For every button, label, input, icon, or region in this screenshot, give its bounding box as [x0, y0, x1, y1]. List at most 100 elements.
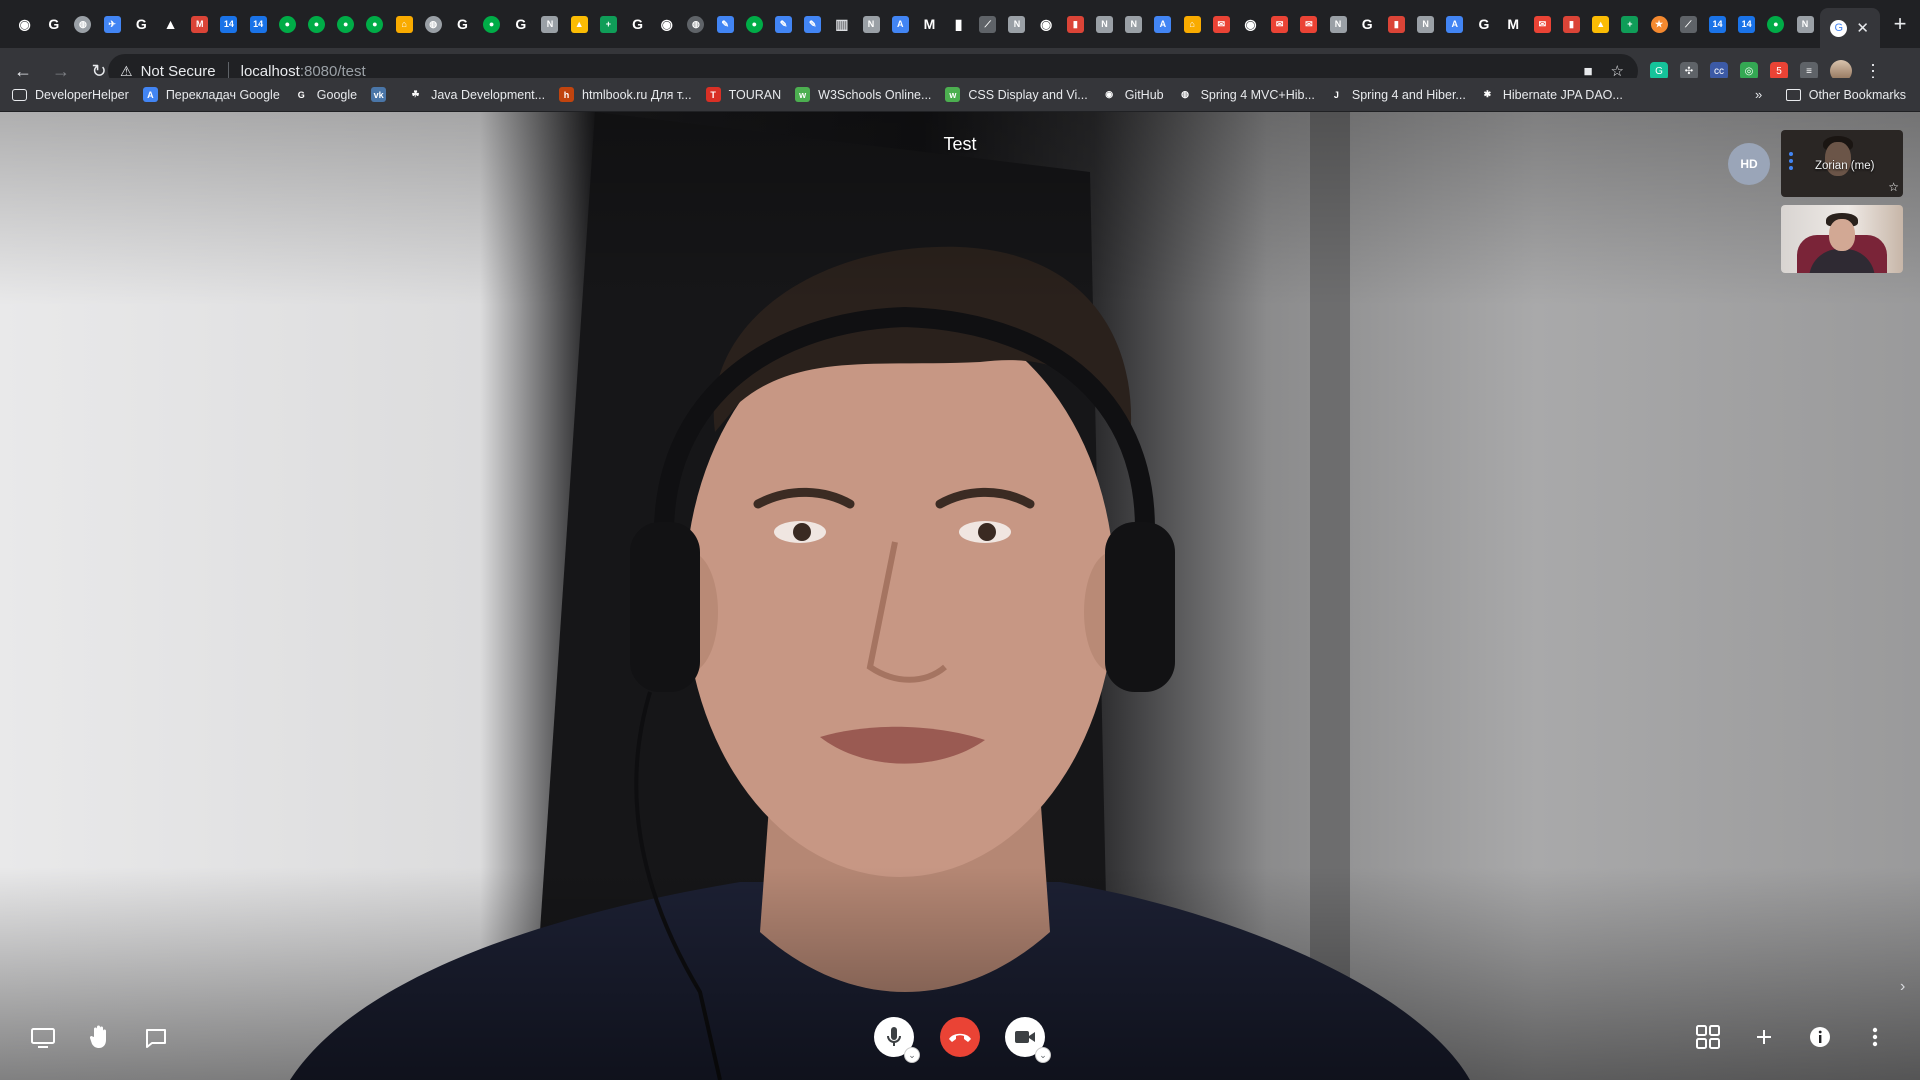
tab-chat-icon[interactable]: ●: [363, 12, 387, 36]
bookmark-item[interactable]: G Google: [293, 87, 357, 102]
tab-trash-icon[interactable]: ▥: [830, 12, 854, 36]
tab-mail-icon[interactable]: ✉: [1297, 12, 1321, 36]
tab-notion-icon[interactable]: N: [1414, 12, 1438, 36]
tab-feather-icon[interactable]: ⟋: [1676, 12, 1700, 36]
add-people-button[interactable]: [1744, 1017, 1784, 1057]
tab-translate-icon[interactable]: A: [888, 12, 912, 36]
camera-options-chevron-icon[interactable]: ⌄: [1035, 1047, 1051, 1063]
tab-chat-icon[interactable]: ●: [275, 12, 299, 36]
tab-calendar-icon[interactable]: 14: [217, 12, 241, 36]
mic-toggle-button[interactable]: ⌄: [874, 1017, 920, 1063]
tab-drive-icon[interactable]: ▲: [1589, 12, 1613, 36]
bookmark-item[interactable]: ✱ Hibernate JPA DAO...: [1479, 87, 1623, 102]
tab-google-icon[interactable]: G: [42, 12, 66, 36]
tab-google-icon[interactable]: G: [626, 12, 650, 36]
tab-calendar-icon[interactable]: 14: [1705, 12, 1729, 36]
tab-chat-icon[interactable]: ●: [1764, 12, 1788, 36]
bookmark-item[interactable]: vk: [371, 87, 394, 102]
layout-button[interactable]: [1688, 1017, 1728, 1057]
tab-mail-icon[interactable]: ✉: [1209, 12, 1233, 36]
tab-chat-icon[interactable]: ●: [480, 12, 504, 36]
tab-bridge-icon[interactable]: ⌂: [392, 12, 416, 36]
tab-notion-icon[interactable]: N: [1005, 12, 1029, 36]
mic-options-chevron-icon[interactable]: ⌄: [904, 1047, 920, 1063]
tab-globe-icon[interactable]: ◍: [71, 12, 95, 36]
raise-hand-button[interactable]: [80, 1017, 120, 1057]
more-options-button[interactable]: [1855, 1017, 1895, 1057]
tab-translate-icon[interactable]: A: [1151, 12, 1175, 36]
tab-github-icon[interactable]: ◉: [1034, 12, 1058, 36]
tab-app-icon[interactable]: ▮: [1384, 12, 1408, 36]
tab-medium-icon[interactable]: M: [1501, 12, 1525, 36]
meeting-info-button[interactable]: [1800, 1017, 1840, 1057]
close-icon[interactable]: ✕: [1856, 19, 1869, 37]
tab-github-icon[interactable]: ◉: [655, 12, 679, 36]
other-bookmarks[interactable]: Other Bookmarks: [1785, 88, 1906, 102]
bookmarks-overflow-button[interactable]: »: [1755, 87, 1762, 102]
bookmark-item[interactable]: w W3Schools Online...: [795, 87, 931, 102]
tab-flask-icon[interactable]: ▲: [159, 12, 183, 36]
tab-notion-icon[interactable]: N: [1093, 12, 1117, 36]
hang-up-button[interactable]: [940, 1017, 980, 1057]
tab-github-icon[interactable]: ◉: [1238, 12, 1262, 36]
tab-edit-icon[interactable]: ✎: [801, 12, 825, 36]
tab-drive-icon[interactable]: ▲: [567, 12, 591, 36]
bookmark-item[interactable]: ◉ GitHub: [1101, 87, 1164, 102]
tab-app-icon[interactable]: ▮: [1063, 12, 1087, 36]
bookmark-item[interactable]: DeveloperHelper: [12, 88, 129, 102]
bookmark-item[interactable]: A Перекладач Google: [142, 87, 280, 102]
tab-app-icon[interactable]: M: [188, 12, 212, 36]
tab-google-icon[interactable]: G: [129, 12, 153, 36]
tab-google-icon[interactable]: G: [1472, 12, 1496, 36]
tab-google-icon[interactable]: G: [450, 12, 474, 36]
tab-notion-icon[interactable]: N: [859, 12, 883, 36]
tab-feather-icon[interactable]: ⟋: [976, 12, 1000, 36]
tab-medium-icon[interactable]: M: [917, 12, 941, 36]
tab-chat-icon[interactable]: ●: [334, 12, 358, 36]
participant-video-tile[interactable]: [1781, 205, 1903, 273]
bookmark-item[interactable]: h htmlbook.ru Для т...: [559, 87, 692, 102]
bookmark-item[interactable]: w CSS Display and Vi...: [945, 87, 1088, 102]
tab-edit-icon[interactable]: ✎: [771, 12, 795, 36]
bookmark-item[interactable]: J Spring 4 and Hiber...: [1328, 87, 1466, 102]
bookmark-item[interactable]: ☘ Java Development...: [408, 87, 545, 102]
tab-app-icon[interactable]: ▮: [1560, 12, 1584, 36]
tab-github-icon[interactable]: ◉: [13, 12, 37, 36]
tab-mail-icon[interactable]: ✉: [1268, 12, 1292, 36]
tab-notion-icon[interactable]: N: [1793, 12, 1817, 36]
active-tab[interactable]: G ✕: [1819, 8, 1880, 48]
tab-chat-icon[interactable]: ●: [742, 12, 766, 36]
tab-calendar-icon[interactable]: 14: [246, 12, 270, 36]
pin-icon[interactable]: ☆: [1888, 180, 1899, 194]
security-label[interactable]: Not Secure: [141, 63, 216, 80]
tab-bridge-icon[interactable]: ⌂: [1180, 12, 1204, 36]
tab-star-badge-icon[interactable]: ★: [1647, 12, 1671, 36]
tab-bird-icon[interactable]: ✈: [100, 12, 124, 36]
self-video-tile[interactable]: Zorian (me) ☆: [1781, 130, 1903, 197]
tab-google-icon[interactable]: G: [509, 12, 533, 36]
camera-toggle-button[interactable]: ⌄: [1005, 1017, 1051, 1063]
chat-button[interactable]: [136, 1018, 176, 1058]
next-page-arrow[interactable]: ›: [1900, 978, 1905, 996]
tab-globe-icon[interactable]: ◍: [421, 12, 445, 36]
tab-notion-icon[interactable]: N: [1122, 12, 1146, 36]
camera-in-use-icon[interactable]: ■: [1583, 63, 1592, 80]
tab-google-icon[interactable]: G: [1355, 12, 1379, 36]
tab-translate-icon[interactable]: A: [1443, 12, 1467, 36]
touran-icon: T: [705, 87, 721, 102]
warning-icon[interactable]: ⚠: [120, 63, 133, 80]
tab-mail-icon[interactable]: ✉: [1530, 12, 1554, 36]
new-tab-button[interactable]: +: [1894, 11, 1907, 37]
tab-calendar-icon[interactable]: 14: [1735, 12, 1759, 36]
bookmark-item[interactable]: ◍ Spring 4 MVC+Hib...: [1177, 87, 1315, 102]
tab-app-icon[interactable]: ▮: [947, 12, 971, 36]
tab-sheets-icon[interactable]: +: [1618, 12, 1642, 36]
tab-sheets-icon[interactable]: +: [596, 12, 620, 36]
tab-chat-icon[interactable]: ●: [304, 12, 328, 36]
tab-edit-icon[interactable]: ✎: [713, 12, 737, 36]
tab-globe-icon[interactable]: ◍: [684, 12, 708, 36]
bookmark-item[interactable]: T TOURAN: [705, 87, 781, 102]
tab-notion-icon[interactable]: N: [1326, 12, 1350, 36]
present-screen-button[interactable]: [23, 1018, 63, 1058]
tab-notion-icon[interactable]: N: [538, 12, 562, 36]
